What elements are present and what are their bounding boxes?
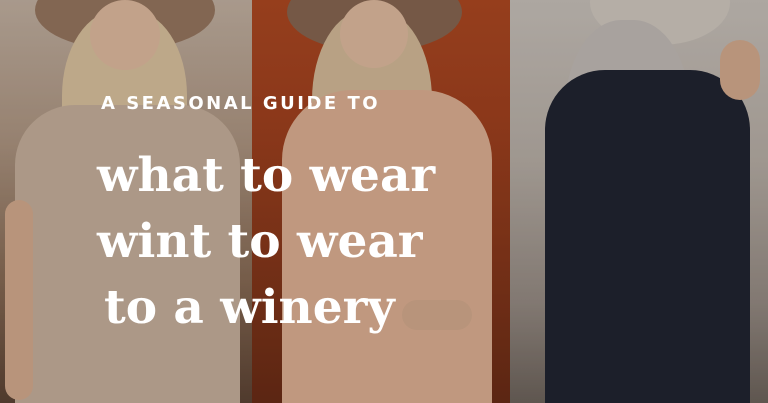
title-line-2: wint to wear xyxy=(97,214,423,269)
hero-image: A SEASONAL GUIDE TO what to wear wint to… xyxy=(0,0,768,403)
title-line-1: what to wear xyxy=(97,148,436,203)
title-line-3: to a winery xyxy=(104,280,395,335)
kicker-text: A SEASONAL GUIDE TO xyxy=(101,93,381,114)
